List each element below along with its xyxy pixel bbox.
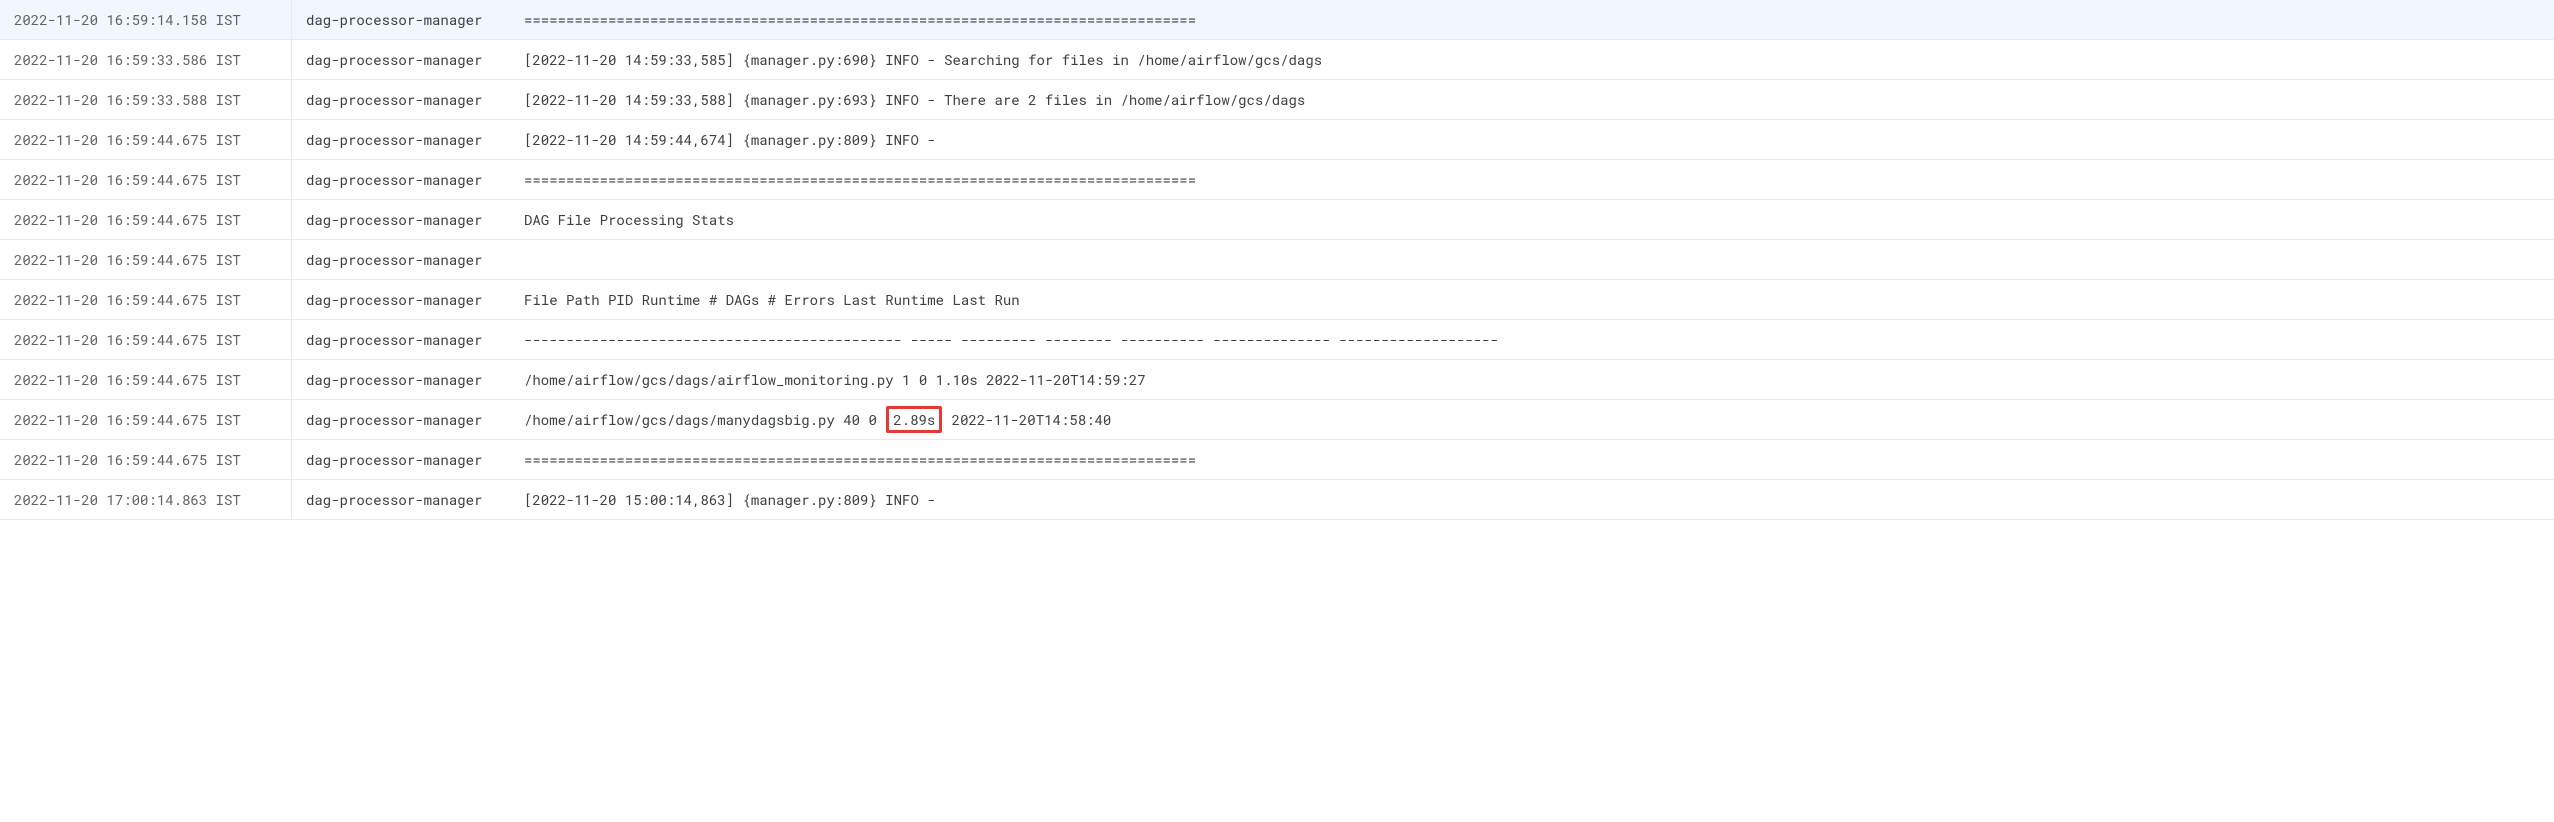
log-timestamp: 2022-11-20 16:59:44.675 IST	[0, 200, 292, 239]
log-row[interactable]: 2022-11-20 16:59:44.675 ISTdag-processor…	[0, 280, 2554, 320]
log-row[interactable]: 2022-11-20 17:00:14.863 ISTdag-processor…	[0, 480, 2554, 520]
log-source: dag-processor-manager	[292, 160, 510, 199]
log-message: ========================================…	[510, 0, 2554, 39]
log-row[interactable]: 2022-11-20 16:59:44.675 ISTdag-processor…	[0, 320, 2554, 360]
log-row[interactable]: 2022-11-20 16:59:44.675 ISTdag-processor…	[0, 440, 2554, 480]
log-source: dag-processor-manager	[292, 280, 510, 319]
log-source: dag-processor-manager	[292, 360, 510, 399]
log-row[interactable]: 2022-11-20 16:59:44.675 ISTdag-processor…	[0, 120, 2554, 160]
log-row[interactable]: 2022-11-20 16:59:14.158 ISTdag-processor…	[0, 0, 2554, 40]
log-timestamp: 2022-11-20 16:59:14.158 IST	[0, 0, 292, 39]
log-row[interactable]: 2022-11-20 16:59:44.675 ISTdag-processor…	[0, 400, 2554, 440]
log-message: ========================================…	[510, 160, 2554, 199]
log-message: /home/airflow/gcs/dags/manydagsbig.py 40…	[510, 400, 2554, 439]
log-source: dag-processor-manager	[292, 320, 510, 359]
log-row[interactable]: 2022-11-20 16:59:44.675 ISTdag-processor…	[0, 240, 2554, 280]
log-message: [2022-11-20 14:59:33,588] {manager.py:69…	[510, 80, 2554, 119]
log-timestamp: 2022-11-20 16:59:44.675 IST	[0, 280, 292, 319]
log-timestamp: 2022-11-20 17:00:14.863 IST	[0, 480, 292, 519]
log-source: dag-processor-manager	[292, 120, 510, 159]
log-table: 2022-11-20 16:59:14.158 ISTdag-processor…	[0, 0, 2554, 520]
log-message-text: 2022-11-20T14:58:40	[943, 410, 1111, 429]
log-message	[510, 250, 2554, 270]
log-message: DAG File Processing Stats	[510, 200, 2554, 239]
highlight-annotation: 2.89s	[886, 406, 942, 433]
log-row[interactable]: 2022-11-20 16:59:44.675 ISTdag-processor…	[0, 200, 2554, 240]
log-source: dag-processor-manager	[292, 240, 510, 279]
log-row[interactable]: 2022-11-20 16:59:33.588 ISTdag-processor…	[0, 80, 2554, 120]
log-row[interactable]: 2022-11-20 16:59:44.675 ISTdag-processor…	[0, 160, 2554, 200]
log-timestamp: 2022-11-20 16:59:44.675 IST	[0, 240, 292, 279]
log-message: ----------------------------------------…	[510, 320, 2554, 359]
log-source: dag-processor-manager	[292, 400, 510, 439]
log-row[interactable]: 2022-11-20 16:59:44.675 ISTdag-processor…	[0, 360, 2554, 400]
log-row[interactable]: 2022-11-20 16:59:33.586 ISTdag-processor…	[0, 40, 2554, 80]
log-timestamp: 2022-11-20 16:59:44.675 IST	[0, 360, 292, 399]
log-source: dag-processor-manager	[292, 80, 510, 119]
log-source: dag-processor-manager	[292, 40, 510, 79]
log-source: dag-processor-manager	[292, 200, 510, 239]
log-timestamp: 2022-11-20 16:59:44.675 IST	[0, 320, 292, 359]
log-source: dag-processor-manager	[292, 480, 510, 519]
log-message: [2022-11-20 14:59:33,585] {manager.py:69…	[510, 40, 2554, 79]
log-message-text: /home/airflow/gcs/dags/manydagsbig.py 40…	[524, 410, 885, 429]
log-source: dag-processor-manager	[292, 0, 510, 39]
log-message: File Path PID Runtime # DAGs # Errors La…	[510, 280, 2554, 319]
log-message: [2022-11-20 14:59:44,674] {manager.py:80…	[510, 120, 2554, 159]
log-timestamp: 2022-11-20 16:59:33.588 IST	[0, 80, 292, 119]
log-message: [2022-11-20 15:00:14,863] {manager.py:80…	[510, 480, 2554, 519]
log-timestamp: 2022-11-20 16:59:44.675 IST	[0, 400, 292, 439]
log-timestamp: 2022-11-20 16:59:33.586 IST	[0, 40, 292, 79]
log-message: ========================================…	[510, 440, 2554, 479]
log-source: dag-processor-manager	[292, 440, 510, 479]
log-message: /home/airflow/gcs/dags/airflow_monitorin…	[510, 360, 2554, 399]
log-timestamp: 2022-11-20 16:59:44.675 IST	[0, 440, 292, 479]
log-timestamp: 2022-11-20 16:59:44.675 IST	[0, 120, 292, 159]
log-timestamp: 2022-11-20 16:59:44.675 IST	[0, 160, 292, 199]
